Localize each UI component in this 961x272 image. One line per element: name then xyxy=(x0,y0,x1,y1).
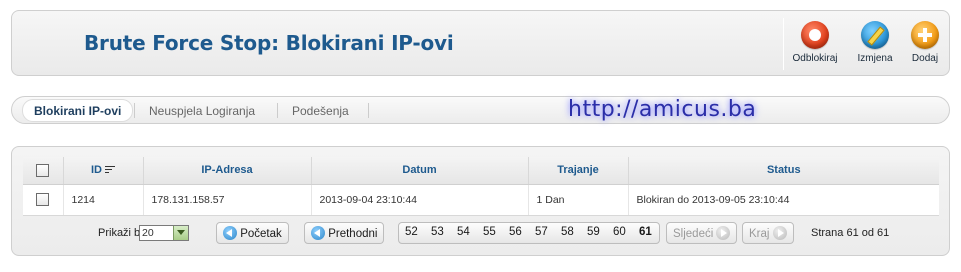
cell-status: Blokiran do 2013-09-05 23:10:44 xyxy=(628,184,939,216)
row-checkbox-cell xyxy=(23,184,64,216)
limit-value: 20 xyxy=(142,227,154,239)
edit-button-label: Izmjena xyxy=(857,53,893,64)
page-link-current: 61 xyxy=(639,226,652,238)
table-panel: ID IP-Adresa Datum Trajanje Status 1214 … xyxy=(11,146,950,256)
start-button-label: Početak xyxy=(240,228,282,240)
page-link[interactable]: 54 xyxy=(457,226,483,238)
arrow-right-icon xyxy=(772,226,787,240)
pagination: Prikaži broj 20 Početak Prethodni 52 53 54… xyxy=(23,219,939,247)
limit-select[interactable]: 20 xyxy=(139,225,189,241)
table-row[interactable]: 1214 178.131.158.57 2013-09-04 23:10:44 … xyxy=(23,184,939,216)
tab-bar: Blokirani IP-ovi Neuspjela Logiranja Pod… xyxy=(11,96,950,124)
start-button[interactable]: Početak xyxy=(216,222,289,244)
page-link[interactable]: 55 xyxy=(483,226,509,238)
add-button[interactable]: Dodaj xyxy=(900,21,950,64)
page-link[interactable]: 59 xyxy=(587,226,613,238)
page-link[interactable]: 56 xyxy=(509,226,535,238)
tab-divider xyxy=(134,103,135,118)
tab-settings[interactable]: Podešenja xyxy=(292,104,349,118)
page-header: Brute Force Stop: Blokirani IP-ovi Odblo… xyxy=(11,10,950,76)
column-header-date[interactable]: Datum xyxy=(311,157,529,185)
toolbar-separator xyxy=(783,18,784,70)
edit-button[interactable]: Izmjena xyxy=(850,21,900,64)
page-link[interactable]: 58 xyxy=(561,226,587,238)
add-button-label: Dodaj xyxy=(911,53,939,64)
select-all-header xyxy=(23,157,64,185)
chevron-down-icon xyxy=(173,226,188,240)
arrow-right-icon xyxy=(716,226,731,240)
unblock-button-label: Odblokiraj xyxy=(792,53,838,64)
page-title: Brute Force Stop: Blokirani IP-ovi xyxy=(84,31,454,55)
cell-duration: 1 Dan xyxy=(528,184,629,216)
blocked-ips-table: ID IP-Adresa Datum Trajanje Status 1214 … xyxy=(23,157,939,216)
previous-button[interactable]: Prethodni xyxy=(304,222,385,244)
page-link[interactable]: 57 xyxy=(535,226,561,238)
tab-divider xyxy=(277,103,278,118)
page-link[interactable]: 53 xyxy=(431,226,457,238)
edit-icon xyxy=(861,21,889,49)
sort-icon xyxy=(105,166,115,175)
end-button[interactable]: Kraj xyxy=(742,222,794,244)
page-info: Strana 61 od 61 xyxy=(811,227,890,239)
tab-failed-logins[interactable]: Neuspjela Logiranja xyxy=(149,104,255,118)
column-header-duration[interactable]: Trajanje xyxy=(528,157,629,185)
next-button-label: Sljedeći xyxy=(673,228,714,240)
arrow-left-icon xyxy=(223,226,237,240)
previous-button-label: Prethodni xyxy=(328,228,378,240)
page-link[interactable]: 60 xyxy=(613,226,639,238)
watermark-url: http://amicus.ba xyxy=(568,97,757,122)
end-button-label: Kraj xyxy=(749,228,770,240)
add-icon xyxy=(911,21,939,49)
unblock-button[interactable]: Odblokiraj xyxy=(790,21,840,64)
select-all-checkbox[interactable] xyxy=(36,163,50,177)
arrow-left-icon xyxy=(311,226,325,240)
column-header-status[interactable]: Status xyxy=(628,157,939,185)
page-number-list: 52 53 54 55 56 57 58 59 60 61 xyxy=(398,222,660,244)
table-header-row: ID IP-Adresa Datum Trajanje Status xyxy=(23,157,939,185)
column-header-id[interactable]: ID xyxy=(63,157,144,185)
cell-ip[interactable]: 178.131.158.57 xyxy=(143,184,312,216)
page-link[interactable]: 52 xyxy=(405,226,431,238)
cell-date: 2013-09-04 23:10:44 xyxy=(311,184,529,216)
next-button[interactable]: Sljedeći xyxy=(666,222,738,244)
unblock-icon xyxy=(801,21,829,49)
row-checkbox[interactable] xyxy=(36,193,50,206)
tab-divider xyxy=(368,103,369,118)
column-header-label: ID xyxy=(91,164,102,177)
cell-id: 1214 xyxy=(63,184,144,216)
column-header-ip[interactable]: IP-Adresa xyxy=(143,157,312,185)
tab-blocked-ips[interactable]: Blokirani IP-ovi xyxy=(34,104,121,118)
